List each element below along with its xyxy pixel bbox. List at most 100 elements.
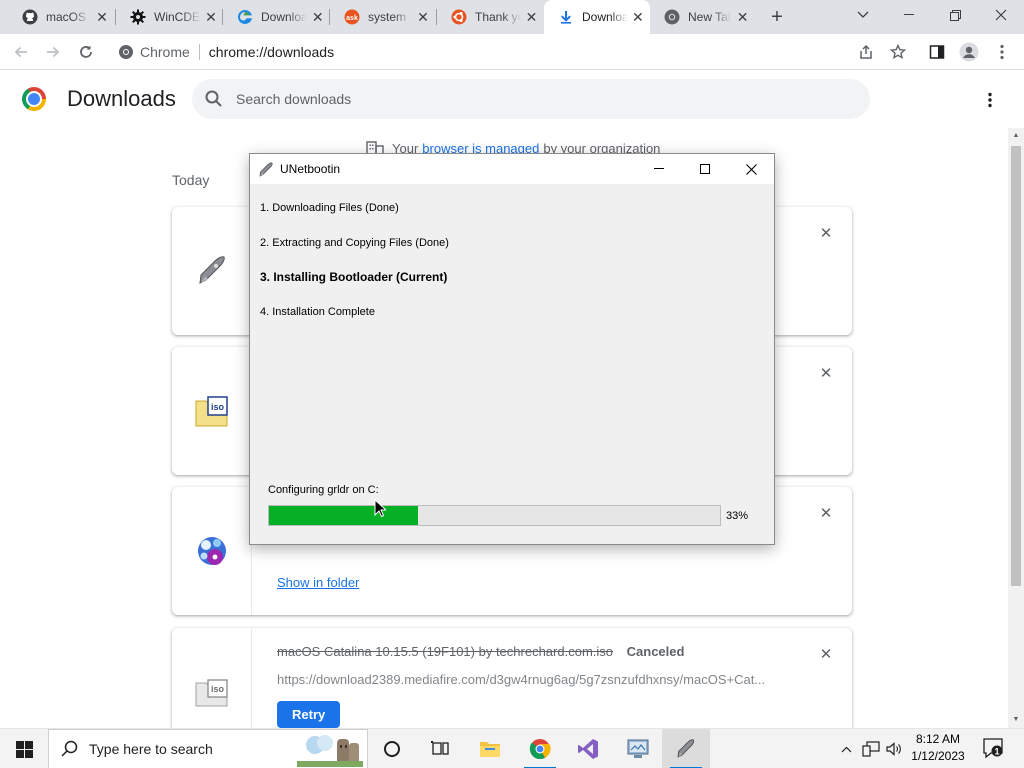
show-hidden-icons-chevron-icon[interactable] [836,729,856,768]
taskbar-clock[interactable]: 8:12 AM 1/12/2023 [908,731,968,765]
dialog-close-button[interactable] [728,154,774,184]
step-installing-bootloader: 3. Installing Bootloader (Current) [260,270,448,284]
back-button[interactable] [8,39,34,65]
remove-item-icon[interactable]: ✕ [818,646,834,663]
unetbootin-rocket-icon [677,739,695,758]
reload-button[interactable] [73,39,99,65]
scroll-down-icon[interactable]: ▼ [1008,712,1024,726]
chrome-page-icon [118,44,134,60]
tab-wincdemu[interactable]: WinCDEmu ✕ [116,0,223,34]
scroll-up-icon[interactable]: ▲ [1008,128,1024,142]
progress-status: Configuring grldr on C: [268,484,379,496]
github-icon [22,9,38,25]
close-icon[interactable]: ✕ [632,9,644,25]
back-arrow-icon [14,46,27,58]
svg-text:1: 1 [994,747,999,757]
scrollbar-thumb[interactable] [1011,146,1021,586]
forward-button[interactable] [40,39,66,65]
restore-button[interactable] [932,0,978,30]
taskbar-visual-studio[interactable] [564,729,612,768]
close-icon[interactable]: ✕ [415,9,431,25]
remove-item-icon[interactable]: ✕ [818,225,834,242]
search-icon [61,740,78,757]
progress-percent: 33% [726,510,749,522]
dialog-maximize-button[interactable] [682,154,728,184]
retry-button[interactable]: Retry [277,701,341,728]
close-icon[interactable]: ✕ [311,9,324,25]
svg-text:ask: ask [346,15,358,22]
start-button[interactable] [0,729,48,768]
page-scrollbar[interactable]: ▲ ▼ [1008,128,1024,728]
tab-strip: macOS ✕ WinCDEmu ✕ Downloads ✕ ask syste… [0,0,1024,34]
taskbar-control-panel[interactable] [614,729,662,768]
dialog-minimize-button[interactable] [636,154,682,184]
address-bar[interactable]: Chrome chrome://downloads [110,38,922,66]
download-status: Canceled [626,644,685,659]
progress-bar [268,505,721,526]
share-icon[interactable] [854,40,878,64]
windows-taskbar: Type here to search 8:12 AM 1/12/2023 1 [0,728,1024,768]
search-highlight-illustration [297,735,363,767]
close-icon[interactable]: ✕ [94,9,110,25]
bookmark-star-icon[interactable] [886,40,910,64]
task-view-icon [431,741,449,755]
remove-item-icon[interactable]: ✕ [818,365,834,382]
windows-logo-icon [15,740,33,758]
close-icon[interactable]: ✕ [525,9,538,25]
tab-system-askubuntu[interactable]: ask system ✕ [330,0,437,34]
more-actions-icon[interactable] [978,88,1002,112]
page-title: Downloads [67,86,176,111]
forward-arrow-icon [47,46,60,58]
notification-center-icon[interactable]: 1 [982,737,1004,759]
search-downloads-input[interactable] [236,91,836,107]
control-panel-icon [627,739,649,758]
clock-date: 1/12/2023 [911,749,965,763]
task-view-button[interactable] [416,729,464,768]
tab-search-chevron-icon[interactable] [840,0,886,30]
chrome-menu-icon[interactable] [990,40,1014,64]
remove-item-icon[interactable]: ✕ [818,505,834,522]
tab-downloads-edge[interactable]: Downloads ✕ [223,0,330,34]
dialog-titlebar[interactable]: UNetbootin [250,154,774,184]
clock-time: 8:12 AM [915,732,961,746]
tab-downloads[interactable]: Downloads ✕ [544,0,650,34]
wincdemu-disc-icon [197,537,226,565]
tab-thank-you[interactable]: Thank you ✕ [437,0,544,34]
file-name[interactable]: macOS Catalina 10.15.5 (19F101) by techr… [277,644,613,659]
askubuntu-icon: ask [344,9,360,25]
date-header: Today [172,172,210,188]
download-item-content: macOS Catalina 10.15.5 (19F101) by techr… [277,644,792,728]
step-complete: 4. Installation Complete [260,306,375,318]
tab-macos[interactable]: macOS ✕ [8,0,116,34]
source-url[interactable]: https://download2389.mediafire.com/d3gw4… [277,672,792,687]
download-icon [558,9,574,25]
download-item: iso macOS Catalina 10.15.5 (19F101) by t… [172,628,852,728]
taskbar-chrome[interactable] [516,729,564,768]
close-icon[interactable]: ✕ [205,9,217,25]
show-in-folder-link[interactable]: Show in folder [277,575,359,590]
unetbootin-rocket-icon [259,162,273,177]
taskbar-file-explorer[interactable] [466,729,514,768]
tab-new-tab[interactable]: New Tab ✕ [650,0,756,34]
profile-avatar-icon[interactable] [957,40,981,64]
url-text: chrome://downloads [208,44,335,60]
minimize-button[interactable] [886,0,932,30]
volume-icon[interactable] [884,729,904,768]
close-window-button[interactable] [978,0,1024,30]
search-downloads-box[interactable] [192,79,870,119]
chrome-icon [529,739,551,760]
unetbootin-dialog: UNetbootin 1. Downloading Files (Done) 2… [249,153,775,545]
ubuntu-icon [451,9,467,25]
close-icon[interactable]: ✕ [735,9,750,25]
network-icon[interactable] [860,729,882,768]
unetbootin-rocket-icon [198,256,225,284]
side-panel-icon[interactable] [925,40,949,64]
cortana-button[interactable] [368,729,416,768]
new-tab-button[interactable]: + [764,5,790,29]
file-icon-column: iso [172,347,252,475]
step-extracting: 2. Extracting and Copying Files (Done) [260,237,449,249]
search-icon [205,90,222,107]
svg-text:iso: iso [210,684,224,694]
taskbar-search-box[interactable]: Type here to search [48,729,368,768]
taskbar-unetbootin[interactable] [662,729,710,768]
